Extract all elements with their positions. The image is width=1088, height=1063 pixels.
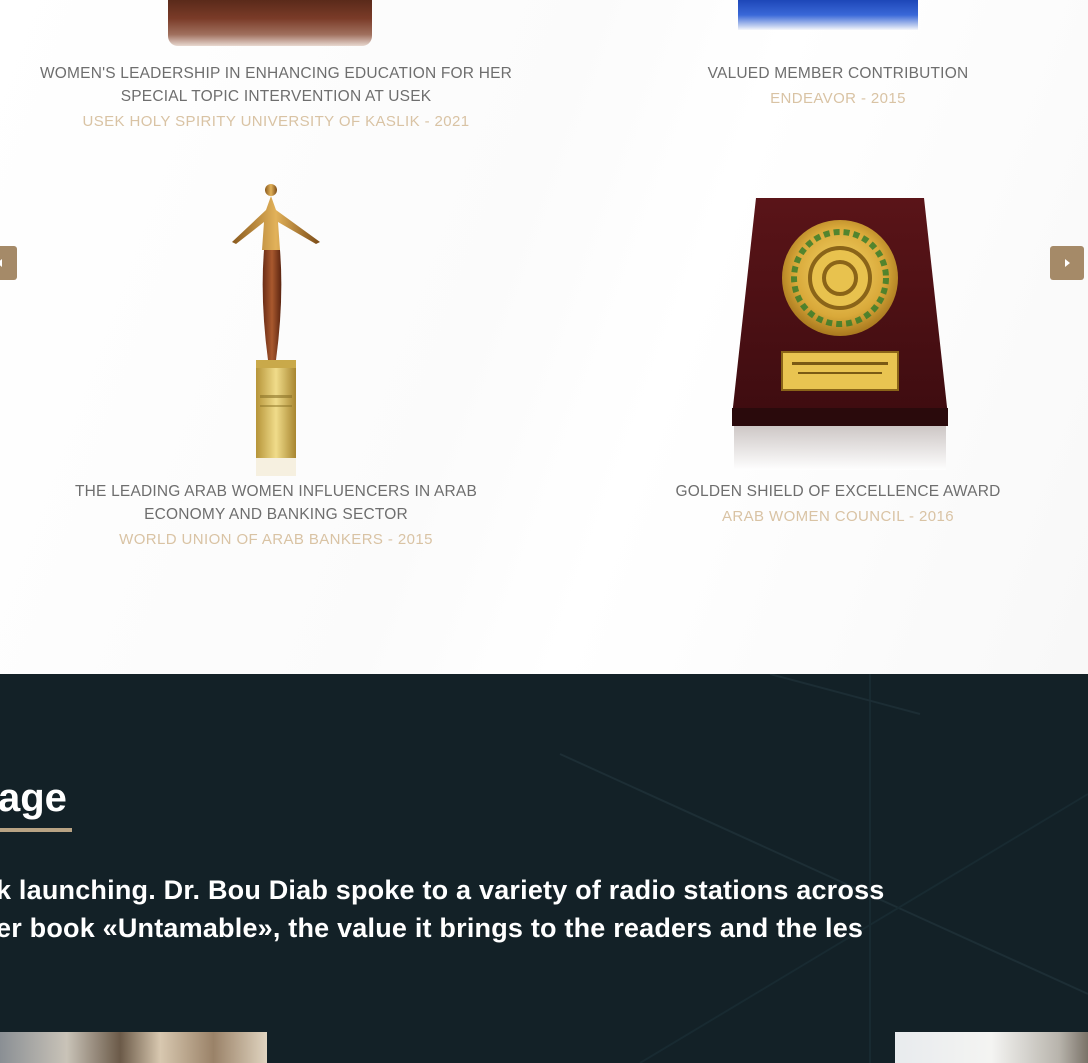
award-card-4: GOLDEN SHIELD OF EXCELLENCE AWARD ARAB W… [588,480,1088,528]
award-card-2: VALUED MEMBER CONTRIBUTION ENDEAVOR - 20… [588,62,1088,110]
award-title: ECONOMY AND BANKING SECTOR [144,506,408,523]
award-title: SPECIAL TOPIC INTERVENTION AT USEK [120,88,432,105]
carousel-next-button[interactable] [1050,246,1084,280]
chevron-right-icon [1065,259,1070,267]
chevron-left-icon [0,259,2,267]
award-organization: USEK HOLY SPIRITY UNIVERSITY OF KASLIK -… [82,113,470,130]
award-title: GOLDEN SHIELD OF EXCELLENCE AWARD [675,483,1001,500]
section-title: age [0,776,67,820]
media-description-line: k launching. Dr. Bou Diab spoke to a var… [0,875,885,905]
background-lines-decoration [559,674,1088,1063]
plaque-trophy-image [732,198,948,470]
figurine-trophy-image [232,184,320,476]
title-underline [0,828,72,832]
award-card-3: THE LEADING ARAB WOMEN INFLUENCERS IN AR… [0,480,552,551]
trophy-image-cropped-right [738,0,918,30]
award-title: THE LEADING ARAB WOMEN INFLUENCERS IN AR… [75,483,477,500]
carousel-prev-button[interactable] [0,246,17,280]
award-organization: ENDEAVOR - 2015 [770,90,906,107]
media-photo-right[interactable] [895,1032,1088,1063]
media-coverage-section [0,674,1088,1063]
award-organization: WORLD UNION OF ARAB BANKERS - 2015 [119,531,433,548]
award-title: VALUED MEMBER CONTRIBUTION [707,65,969,82]
trophy-image-cropped-left [168,0,372,46]
media-description-line: er book «Untamable», the value it brings… [0,913,864,943]
award-organization: ARAB WOMEN COUNCIL - 2016 [722,508,954,525]
award-card-1: WOMEN'S LEADERSHIP IN ENHANCING EDUCATIO… [0,62,552,133]
awards-section: WOMEN'S LEADERSHIP IN ENHANCING EDUCATIO… [0,0,1088,674]
award-title: WOMEN'S LEADERSHIP IN ENHANCING EDUCATIO… [39,65,513,82]
media-photo-left[interactable] [0,1032,267,1063]
